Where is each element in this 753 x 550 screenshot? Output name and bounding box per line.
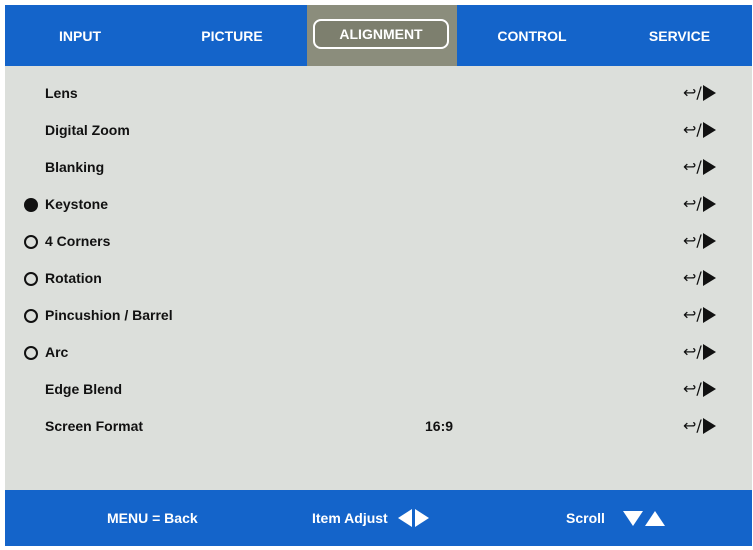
- radio-selected-icon[interactable]: [24, 198, 38, 212]
- menu-item-label: Lens: [45, 85, 78, 101]
- menu-item-arc[interactable]: Arc ↩/: [5, 334, 752, 370]
- tab-service[interactable]: SERVICE: [607, 5, 752, 66]
- menu-item-4-corners[interactable]: 4 Corners ↩/: [5, 223, 752, 259]
- enter-arrow-icon: ↩/: [683, 268, 716, 287]
- menu-item-label: Blanking: [45, 159, 105, 175]
- tab-label: ALIGNMENT: [339, 26, 423, 42]
- tab-picture[interactable]: PICTURE: [157, 5, 307, 66]
- menu-item-label: Screen Format: [45, 418, 144, 434]
- osd-menu: INPUT PICTURE ALIGNMENT CONTROL SERVICE …: [5, 5, 752, 546]
- enter-arrow-icon: ↩/: [683, 120, 716, 139]
- scroll-hint: Scroll: [566, 490, 665, 546]
- active-tab-highlight: ALIGNMENT: [313, 19, 449, 49]
- back-hint: MENU = Back: [107, 490, 198, 546]
- tab-label: PICTURE: [201, 27, 263, 44]
- tab-label: CONTROL: [497, 27, 567, 44]
- left-right-arrows-icon: [397, 509, 429, 527]
- menu-item-label: Keystone: [45, 196, 109, 212]
- radio-unselected-icon[interactable]: [24, 346, 38, 360]
- enter-arrow-icon: ↩/: [683, 379, 716, 398]
- down-up-arrows-icon: [622, 510, 665, 526]
- menu-item-label: Pincushion / Barrel: [45, 307, 173, 323]
- menu-item-label: Rotation: [45, 270, 102, 286]
- enter-arrow-icon: ↩/: [683, 305, 716, 324]
- menu-item-label: Arc: [45, 344, 69, 360]
- enter-arrow-icon: ↩/: [683, 416, 716, 435]
- tab-label: INPUT: [59, 27, 101, 44]
- menu-item-label: 4 Corners: [45, 233, 111, 249]
- menu-item-blanking[interactable]: Blanking ↩/: [5, 149, 752, 185]
- screen-format-value: 16:9: [425, 418, 454, 434]
- menu-item-digital-zoom[interactable]: Digital Zoom ↩/: [5, 112, 752, 148]
- enter-arrow-icon: ↩/: [683, 83, 716, 102]
- back-hint-label: MENU = Back: [107, 510, 198, 526]
- tab-label: SERVICE: [648, 27, 711, 44]
- footer-bar: MENU = Back Item Adjust Scroll: [5, 490, 752, 546]
- scroll-label: Scroll: [566, 510, 605, 526]
- radio-unselected-icon[interactable]: [24, 272, 38, 286]
- menu-item-edge-blend[interactable]: Edge Blend ↩/: [5, 371, 752, 407]
- tab-input[interactable]: INPUT: [5, 5, 155, 66]
- item-adjust-label: Item Adjust: [312, 510, 388, 526]
- enter-arrow-icon: ↩/: [683, 231, 716, 250]
- menu-item-label: Edge Blend: [45, 381, 123, 397]
- menu-item-lens[interactable]: Lens ↩/: [5, 75, 752, 111]
- enter-arrow-icon: ↩/: [683, 342, 716, 361]
- menu-item-keystone[interactable]: Keystone ↩/: [5, 186, 752, 222]
- tab-control[interactable]: CONTROL: [457, 5, 607, 66]
- tab-alignment[interactable]: ALIGNMENT: [307, 5, 457, 66]
- tab-bar: INPUT PICTURE ALIGNMENT CONTROL SERVICE: [5, 5, 752, 66]
- menu-item-label: Digital Zoom: [45, 122, 130, 138]
- radio-unselected-icon[interactable]: [24, 309, 38, 323]
- radio-unselected-icon[interactable]: [24, 235, 38, 249]
- enter-arrow-icon: ↩/: [683, 194, 716, 213]
- menu-item-pincushion-barrel[interactable]: Pincushion / Barrel ↩/: [5, 297, 752, 333]
- menu-item-rotation[interactable]: Rotation ↩/: [5, 260, 752, 296]
- item-adjust-hint: Item Adjust: [312, 490, 429, 546]
- enter-arrow-icon: ↩/: [683, 157, 716, 176]
- menu-item-screen-format[interactable]: Screen Format 16:9 ↩/: [5, 408, 752, 444]
